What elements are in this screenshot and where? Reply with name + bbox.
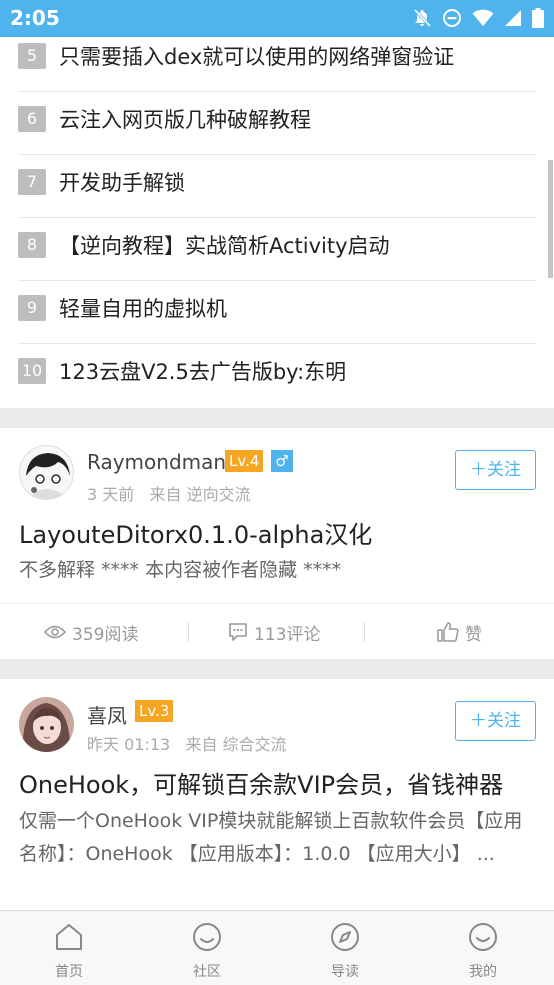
follow-button[interactable]: ＋关注 [455, 701, 536, 741]
comment-count-label: 113评论 [254, 624, 321, 645]
post-title[interactable]: LayouteDitorx0.1.0-alpha汉化 [19, 515, 372, 550]
read-count: 359阅读 [44, 604, 138, 659]
do-not-disturb-icon [443, 9, 461, 27]
avatar-image [20, 446, 73, 499]
nav-item-community[interactable]: 社区 [138, 911, 276, 985]
signal-icon [505, 10, 521, 26]
post-stats: 359阅读 113评论 赞 [0, 603, 554, 659]
nav-item-home[interactable]: 首页 [0, 911, 138, 985]
divider [364, 622, 365, 642]
rank-number: 9 [18, 295, 46, 321]
status-time: 2:05 [10, 6, 60, 30]
rank-title: 【逆向教程】实战简析Activity启动 [59, 234, 390, 258]
post-meta: 3 天前 来自 逆向交流 [87, 481, 251, 505]
like-button[interactable]: 赞 [437, 604, 482, 659]
post-excerpt[interactable]: 不多解释 **** 本内容被作者隐藏 **** [19, 554, 539, 587]
nav-item-profile[interactable]: 我的 [414, 911, 552, 985]
comment-icon [229, 623, 247, 641]
rank-number: 10 [18, 358, 46, 384]
list-item[interactable]: 6 云注入网页版几种破解教程 [18, 92, 536, 155]
ranking-list: 5 只需要插入dex就可以使用的网络弹窗验证 6 云注入网页版几种破解教程 7 … [0, 37, 554, 408]
post-time: 昨天 01:13 [87, 735, 171, 754]
rank-title: 云注入网页版几种破解教程 [59, 108, 311, 132]
rank-number: 6 [18, 106, 46, 132]
thumbs-up-icon [437, 622, 459, 642]
rank-number: 7 [18, 169, 46, 195]
avatar[interactable] [19, 697, 74, 752]
post-card[interactable]: 喜凤 Lv.3 昨天 01:13 来自 综合交流 ＋关注 OneHook，可解锁… [0, 679, 554, 910]
battery-icon [532, 8, 544, 28]
comment-button[interactable]: 113评论 [228, 604, 320, 659]
rank-title: 轻量自用的虚拟机 [59, 297, 227, 321]
home-icon [56, 924, 82, 950]
bottom-nav: 首页 社区 导读 我的 [0, 910, 554, 985]
notifications-off-icon [413, 8, 432, 28]
level-badge: Lv.4 [225, 450, 264, 472]
plus-icon: ＋ [470, 460, 487, 480]
rank-number: 5 [18, 43, 46, 69]
status-icons [412, 8, 544, 28]
post-forum[interactable]: 来自 综合交流 [185, 735, 286, 754]
scrollbar[interactable] [548, 160, 553, 278]
wifi-icon [472, 9, 494, 27]
compass-icon [331, 923, 359, 951]
username[interactable]: Raymondman [87, 450, 226, 474]
avatar[interactable] [19, 445, 74, 500]
follow-label: 关注 [487, 460, 521, 480]
nav-label: 导读 [331, 964, 359, 980]
post-meta: 昨天 01:13 来自 综合交流 [87, 731, 287, 755]
level-badge: Lv.3 [135, 700, 174, 722]
list-item[interactable]: 7 开发助手解锁 [18, 155, 536, 218]
list-item[interactable]: 5 只需要插入dex就可以使用的网络弹窗验证 [18, 37, 536, 92]
status-bar: 2:05 [0, 0, 554, 37]
rank-title: 123云盘V2.5去广告版by:东明 [59, 360, 347, 384]
plus-icon: ＋ [470, 711, 487, 731]
avatar-image [19, 697, 74, 752]
post-forum[interactable]: 来自 逆向交流 [150, 485, 251, 504]
nav-label: 首页 [55, 964, 83, 980]
divider [188, 622, 189, 642]
rank-number: 8 [18, 232, 46, 258]
nav-item-guide[interactable]: 导读 [276, 911, 414, 985]
list-item[interactable]: 8 【逆向教程】实战简析Activity启动 [18, 218, 536, 281]
list-item[interactable]: 10 123云盘V2.5去广告版by:东明 [18, 344, 536, 407]
like-label: 赞 [465, 624, 482, 645]
nav-label: 社区 [193, 964, 221, 980]
list-item[interactable]: 9 轻量自用的虚拟机 [18, 281, 536, 344]
post-card[interactable]: Raymondman Lv.4 ♂ 3 天前 来自 逆向交流 ＋关注 Layou… [0, 428, 554, 659]
eye-icon [44, 625, 66, 639]
post-excerpt[interactable]: 仅需一个OneHook VIP模块就能解锁上百款软件会员【应用名称】：OneHo… [19, 805, 539, 871]
read-count-label: 359阅读 [72, 624, 139, 645]
username[interactable]: 喜凤 [87, 700, 127, 729]
follow-button[interactable]: ＋关注 [455, 450, 536, 490]
gender-badge: ♂ [271, 450, 293, 472]
nav-label: 我的 [469, 964, 497, 980]
follow-label: 关注 [487, 711, 521, 731]
rank-title: 只需要插入dex就可以使用的网络弹窗验证 [59, 45, 455, 69]
rank-title: 开发助手解锁 [59, 171, 185, 195]
post-time: 3 天前 [87, 485, 135, 504]
profile-icon [469, 923, 497, 951]
post-title[interactable]: OneHook，可解锁百余款VIP会员，省钱神器 [19, 765, 503, 800]
community-icon [193, 923, 221, 951]
